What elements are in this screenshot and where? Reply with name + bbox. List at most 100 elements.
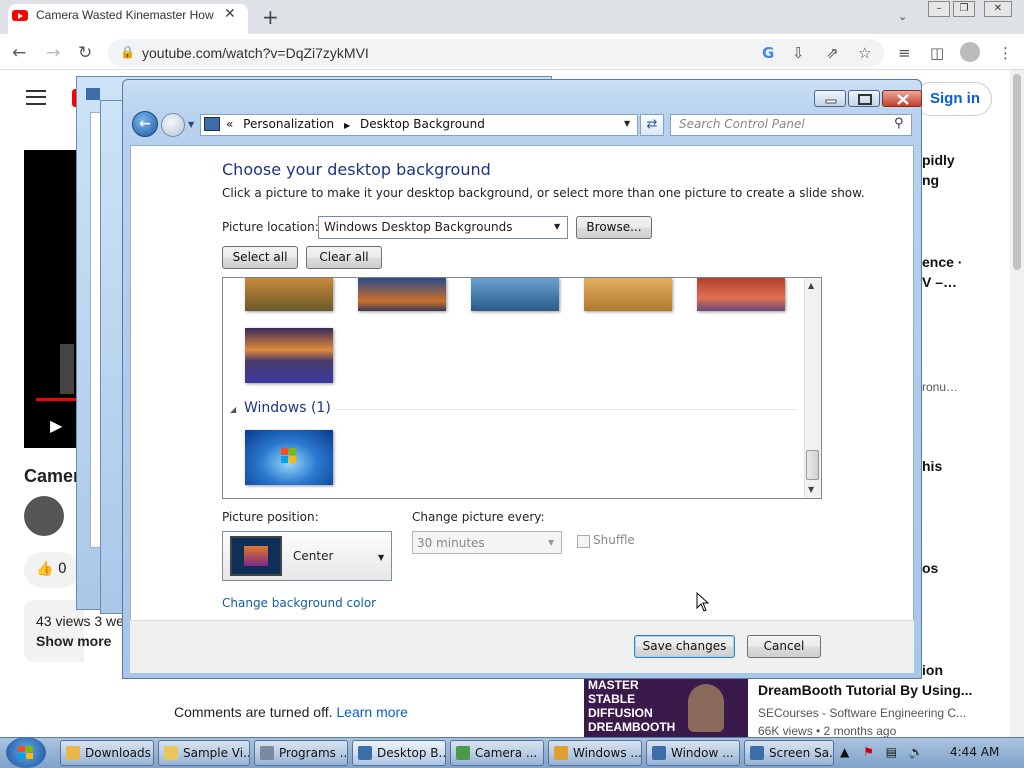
breadcrumb-desktop-background[interactable]: Desktop Background bbox=[360, 117, 485, 131]
url-text[interactable]: youtube.com/watch?v=DqZi7zykMVI bbox=[142, 45, 369, 61]
wallpaper-thumbnail[interactable] bbox=[584, 278, 672, 311]
breadcrumb-overflow[interactable]: « bbox=[226, 117, 233, 131]
restore-window-button[interactable]: ❐ bbox=[953, 1, 975, 17]
change-background-color-link[interactable]: Change background color bbox=[222, 596, 376, 610]
chevron-down-icon[interactable]: ▼ bbox=[554, 222, 560, 231]
start-button[interactable] bbox=[6, 737, 46, 768]
kebab-menu-icon[interactable]: ⋮ bbox=[998, 44, 1013, 62]
wallpaper-thumbnail-sunset-lake[interactable] bbox=[245, 328, 333, 383]
volume-icon[interactable]: 🔈 bbox=[909, 745, 924, 759]
learn-more-link[interactable]: Learn more bbox=[336, 704, 408, 720]
wallpaper-thumbnail-windows7[interactable] bbox=[245, 430, 333, 485]
scroll-down-icon[interactable]: ▼ bbox=[808, 485, 814, 494]
bookmark-star-icon[interactable]: ☆ bbox=[858, 44, 871, 62]
taskbar-button[interactable]: Camera ... bbox=[450, 740, 544, 766]
install-icon[interactable]: ⇩ bbox=[792, 44, 805, 62]
hamburger-menu-icon[interactable] bbox=[26, 90, 46, 105]
taskbar-button[interactable]: Windows ... bbox=[548, 740, 642, 766]
wallpaper-thumbnail[interactable] bbox=[697, 278, 785, 311]
sign-in-button[interactable]: Sign in bbox=[914, 82, 992, 116]
description-box[interactable] bbox=[24, 600, 84, 662]
forward-button[interactable] bbox=[161, 113, 185, 137]
mouse-cursor-icon bbox=[696, 592, 710, 612]
windows-logo-icon bbox=[281, 448, 297, 464]
google-icon[interactable]: G bbox=[762, 44, 774, 62]
close-window-button[interactable]: ✕ bbox=[984, 1, 1012, 17]
side-panel-icon[interactable]: ◫ bbox=[930, 44, 944, 62]
related-video-thumbnail[interactable]: MASTER STABLE DIFFUSION DREAMBOOTH bbox=[584, 678, 748, 738]
group-header-windows[interactable]: Windows (1) bbox=[244, 400, 331, 416]
related-video-text-fragment[interactable]: pidly bbox=[922, 152, 955, 168]
related-video-channel[interactable]: SECourses - Software Engineering C... bbox=[758, 706, 966, 720]
chevron-down-icon[interactable]: ▼ bbox=[378, 553, 384, 562]
breadcrumb-separator-icon[interactable]: ▶ bbox=[344, 121, 350, 130]
maximize-button[interactable] bbox=[848, 90, 880, 107]
search-icon[interactable]: ⚲ bbox=[894, 116, 904, 131]
related-video-text-fragment[interactable]: ence · bbox=[922, 254, 962, 270]
related-video-meta: 66K views • 2 months ago bbox=[758, 724, 897, 738]
like-button[interactable]: 👍 0 bbox=[24, 552, 80, 588]
profile-avatar-icon[interactable] bbox=[960, 42, 980, 62]
scroll-up-icon[interactable]: ▲ bbox=[808, 281, 814, 290]
network-icon[interactable]: ▤ bbox=[886, 745, 897, 759]
video-player[interactable] bbox=[24, 150, 76, 448]
address-dropdown-icon[interactable]: ▼ bbox=[624, 119, 630, 128]
shuffle-label[interactable]: Shuffle bbox=[593, 533, 635, 547]
reload-icon[interactable]: ↻ bbox=[78, 43, 92, 63]
show-more-link[interactable]: Show more bbox=[36, 633, 111, 649]
minimize-icon bbox=[825, 99, 837, 104]
browse-button[interactable]: Browse... bbox=[576, 216, 652, 239]
related-video-text-fragment[interactable]: his bbox=[922, 458, 942, 474]
minimize-button[interactable] bbox=[814, 90, 846, 107]
chevron-down-icon[interactable]: ▼ bbox=[548, 538, 554, 547]
picture-location-select[interactable]: Windows Desktop Backgrounds bbox=[318, 216, 568, 239]
channel-avatar[interactable] bbox=[24, 496, 64, 536]
related-video-text-fragment[interactable]: V –… bbox=[922, 274, 957, 290]
new-tab-button[interactable]: + bbox=[262, 5, 279, 29]
wallpaper-thumbnail[interactable] bbox=[245, 278, 333, 311]
select-all-button[interactable]: Select all bbox=[222, 246, 298, 269]
related-video-text-fragment[interactable]: os bbox=[922, 560, 938, 576]
taskbar-button[interactable]: Window ... bbox=[646, 740, 740, 766]
window-icon bbox=[86, 88, 100, 100]
show-hidden-icons-icon[interactable]: ▲ bbox=[840, 745, 849, 759]
lock-icon[interactable]: 🔒 bbox=[120, 45, 135, 59]
thumbs-up-icon: 👍 bbox=[36, 561, 54, 577]
forward-arrow-icon[interactable]: → bbox=[46, 43, 60, 63]
cancel-button[interactable]: Cancel bbox=[747, 635, 821, 658]
minimize-window-button[interactable]: – bbox=[928, 1, 950, 17]
close-tab-icon[interactable]: ✕ bbox=[224, 6, 236, 22]
taskbar-button[interactable]: Screen Sa... bbox=[744, 740, 834, 766]
flag-icon[interactable]: ⚑ bbox=[863, 745, 874, 759]
taskbar-button[interactable]: Downloads bbox=[60, 740, 154, 766]
share-icon[interactable]: ⇗ bbox=[826, 44, 839, 62]
close-button[interactable] bbox=[882, 90, 922, 107]
chevron-down-icon[interactable]: ⌄ bbox=[898, 10, 907, 23]
media-queue-icon[interactable]: ≡ bbox=[898, 44, 911, 62]
shuffle-checkbox[interactable] bbox=[577, 535, 590, 548]
taskbar-button[interactable]: Desktop B... bbox=[352, 740, 446, 766]
related-video-text-fragment[interactable]: ng bbox=[922, 172, 939, 188]
app-icon bbox=[750, 746, 764, 760]
save-changes-button[interactable]: Save changes bbox=[634, 635, 735, 658]
taskbar-button[interactable]: Programs ... bbox=[254, 740, 348, 766]
refresh-button[interactable]: ⇄ bbox=[640, 114, 664, 136]
related-video-text-fragment[interactable]: ion bbox=[922, 662, 943, 678]
gallery-scrollbar-thumb[interactable] bbox=[806, 450, 819, 480]
back-arrow-icon[interactable]: ← bbox=[12, 43, 26, 63]
back-button[interactable]: ← bbox=[132, 111, 158, 137]
related-video-title[interactable]: DreamBooth Tutorial By Using... bbox=[758, 682, 972, 698]
taskbar-clock[interactable]: 4:44 AM bbox=[950, 745, 999, 759]
video-progress-bar[interactable] bbox=[36, 398, 76, 401]
change-every-select[interactable]: 30 minutes bbox=[412, 531, 562, 554]
history-dropdown-icon[interactable]: ▼ bbox=[188, 120, 194, 129]
clear-all-button[interactable]: Clear all bbox=[306, 246, 382, 269]
breadcrumb-personalization[interactable]: Personalization bbox=[243, 117, 334, 131]
play-icon[interactable]: ▶ bbox=[50, 416, 62, 435]
wallpaper-thumbnail[interactable] bbox=[358, 278, 446, 311]
taskbar-button[interactable]: Sample Vi... bbox=[158, 740, 250, 766]
related-video-text-fragment[interactable]: ronu… bbox=[922, 380, 958, 394]
group-collapse-icon[interactable]: ◢ bbox=[230, 405, 236, 414]
wallpaper-thumbnail[interactable] bbox=[471, 278, 559, 311]
page-scrollbar-thumb[interactable] bbox=[1013, 74, 1021, 270]
